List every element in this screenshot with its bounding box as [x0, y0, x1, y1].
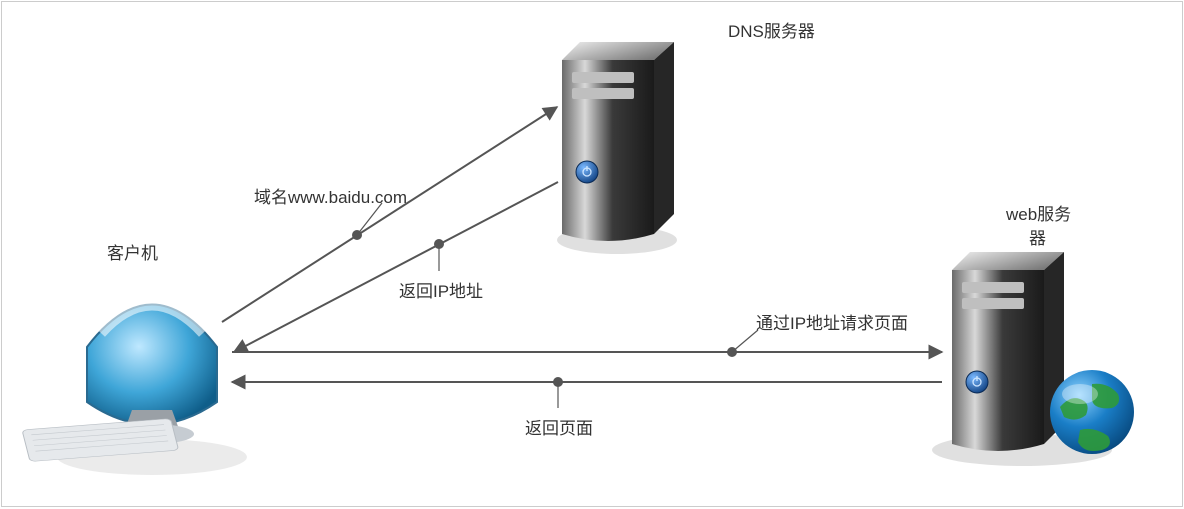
- client-label: 客户机: [107, 239, 158, 264]
- web-label-1: web服务: [1006, 200, 1071, 225]
- client-icon: [22, 305, 247, 476]
- dns-server-icon: [557, 42, 677, 254]
- edge-from-web-label: 返回页面: [525, 414, 593, 439]
- diagram-canvas: 客户机 DNS服务器 web服务 器 域名www.baidu.com 返回IP地…: [1, 1, 1183, 507]
- web-label-2: 器: [1029, 224, 1046, 249]
- web-server-icon: [932, 252, 1134, 466]
- dns-label: DNS服务器: [728, 17, 815, 42]
- edge-to-dns-label: 域名www.baidu.com: [254, 183, 407, 208]
- edge-from-dns-label: 返回IP地址: [399, 277, 483, 302]
- edge-to-web-label: 通过IP地址请求页面: [756, 309, 908, 334]
